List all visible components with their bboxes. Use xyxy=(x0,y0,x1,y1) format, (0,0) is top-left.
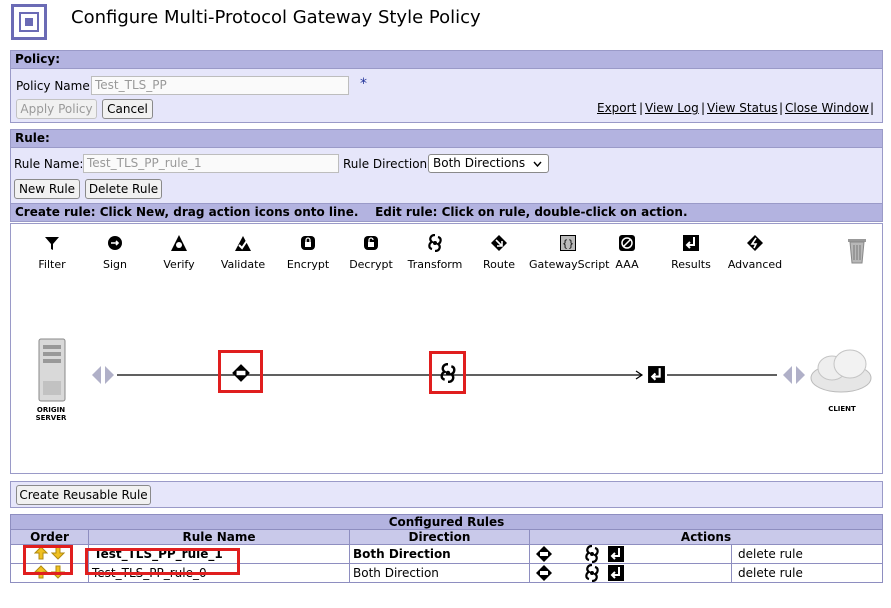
decrypt-icon xyxy=(364,236,378,250)
client-label: CLIENT xyxy=(828,405,856,413)
link-separator: | xyxy=(779,101,784,115)
svg-text:{}: {} xyxy=(562,239,574,250)
tool-verify[interactable]: Verify xyxy=(144,234,214,271)
delete-rule-link[interactable]: delete rule xyxy=(738,566,803,580)
tool-sign[interactable]: Sign xyxy=(80,234,150,271)
policy-panel: Policy: Policy Name: Test_TLS_PP * Apply… xyxy=(10,50,883,123)
rule-panel: Rule: Rule Name: Test_TLS_PP_rule_1 Rule… xyxy=(10,129,883,222)
order-highlight-box xyxy=(23,545,73,575)
rule-canvas[interactable]: Filter Sign Verify Validate Encrypt Decr… xyxy=(10,223,883,474)
tool-filter[interactable]: Filter xyxy=(17,234,87,271)
verify-icon xyxy=(171,235,187,251)
link-separator: | xyxy=(701,101,706,115)
tool-decrypt[interactable]: Decrypt xyxy=(336,234,406,271)
direction-header: Direction xyxy=(349,529,530,545)
view-log-link[interactable]: View Log xyxy=(645,101,699,115)
aaa-icon xyxy=(619,235,635,251)
rule-section-header: Rule: xyxy=(11,130,882,148)
tool-label: Advanced xyxy=(727,258,783,271)
link-separator: | xyxy=(870,101,875,115)
create-reusable-rule-button[interactable]: Create Reusable Rule xyxy=(16,485,151,505)
filter-action-icon[interactable] xyxy=(535,545,553,563)
tool-encrypt[interactable]: Encrypt xyxy=(273,234,343,271)
direction-cell: Both Direction xyxy=(349,563,530,583)
tool-label: AAA xyxy=(615,258,639,271)
results-icon xyxy=(683,235,699,251)
rule-name-highlight-box xyxy=(85,548,240,575)
action-filter-icon[interactable] xyxy=(231,363,251,383)
delete-rule-button[interactable]: Delete Rule xyxy=(85,179,162,199)
tool-label: Route xyxy=(483,258,515,271)
transform-action-icon[interactable] xyxy=(583,563,601,583)
tool-label: Filter xyxy=(38,258,66,271)
tool-advanced[interactable]: Advanced xyxy=(720,234,790,271)
transform-action-icon[interactable] xyxy=(583,544,601,564)
rule-direction-select[interactable]: Both Directions xyxy=(428,154,549,173)
validate-icon xyxy=(235,236,251,251)
action-results-icon[interactable] xyxy=(647,365,666,384)
required-mark: * xyxy=(360,76,367,92)
tool-transform[interactable]: Transform xyxy=(400,234,470,271)
link-separator: | xyxy=(639,101,644,115)
rule-direction-label: Rule Direction: xyxy=(343,157,432,171)
tool-route[interactable]: Route xyxy=(464,234,534,271)
filter-icon xyxy=(45,237,59,250)
actions-cell xyxy=(529,563,732,583)
chevron-down-icon xyxy=(533,161,542,167)
tool-validate[interactable]: Validate xyxy=(208,234,278,271)
rule-name-label: Rule Name: xyxy=(14,157,84,171)
origin-server-icon xyxy=(38,338,66,402)
apply-policy-button[interactable]: Apply Policy xyxy=(16,99,97,119)
tool-label: Verify xyxy=(163,258,195,271)
reusable-rule-bar: Create Reusable Rule xyxy=(10,481,883,508)
sign-icon xyxy=(108,236,122,250)
origin-label-line1: ORIGIN xyxy=(36,406,66,414)
new-rule-button[interactable]: New Rule xyxy=(14,179,80,199)
tool-label: Validate xyxy=(220,258,266,271)
origin-label-line2: SERVER xyxy=(35,414,67,422)
page-title: Configure Multi-Protocol Gateway Style P… xyxy=(71,7,481,28)
action-transform-icon[interactable] xyxy=(438,363,458,383)
close-window-link[interactable]: Close Window xyxy=(785,101,869,115)
results-action-icon[interactable] xyxy=(607,545,625,563)
tool-label: Sign xyxy=(103,258,127,271)
tool-label: Encrypt xyxy=(286,258,330,271)
app-logo xyxy=(11,4,47,40)
tool-label: Transform xyxy=(407,258,463,271)
actions-header: Actions xyxy=(529,529,883,545)
actions-cell xyxy=(529,544,732,564)
direction-cell: Both Direction xyxy=(349,544,530,564)
cancel-button[interactable]: Cancel xyxy=(102,99,153,119)
configured-rules-caption: Configured Rules xyxy=(10,514,883,530)
origin-server-label: ORIGIN SERVER xyxy=(26,406,76,422)
tool-aaa[interactable]: AAA xyxy=(592,234,662,271)
policy-name-label: Policy Name: xyxy=(16,79,94,93)
tool-label: Decrypt xyxy=(349,258,393,271)
tool-results[interactable]: Results xyxy=(656,234,726,271)
filter-action-icon[interactable] xyxy=(535,564,553,582)
rule-name-header: Rule Name xyxy=(88,529,350,545)
client-cloud-icon xyxy=(810,349,872,393)
rule-instructions: Create rule: Click New, drag action icon… xyxy=(11,203,882,221)
export-link[interactable]: Export xyxy=(597,101,636,115)
policy-section-header: Policy: xyxy=(11,51,882,69)
delete-rule-cell: delete rule xyxy=(731,563,883,583)
advanced-icon xyxy=(747,235,763,251)
route-icon xyxy=(491,235,507,251)
policy-name-field[interactable]: Test_TLS_PP xyxy=(91,76,349,95)
order-header: Order xyxy=(10,529,89,545)
delete-rule-link[interactable]: delete rule xyxy=(738,547,803,561)
rule-name-field[interactable]: Test_TLS_PP_rule_1 xyxy=(83,154,339,173)
tool-label: Results xyxy=(671,258,711,271)
delete-rule-cell: delete rule xyxy=(731,544,883,564)
transform-icon xyxy=(428,234,442,252)
rule-direction-value: Both Directions xyxy=(433,156,526,170)
view-status-link[interactable]: View Status xyxy=(707,101,778,115)
results-action-icon[interactable] xyxy=(607,564,625,582)
encrypt-icon xyxy=(301,236,315,250)
trash-icon[interactable] xyxy=(847,236,867,264)
gatewayscript-icon: {} xyxy=(560,235,576,251)
